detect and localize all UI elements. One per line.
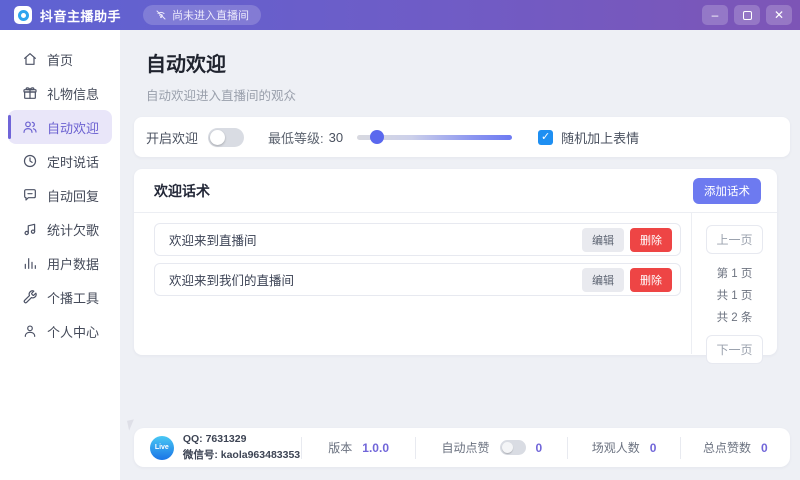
page-title: 自动欢迎 bbox=[146, 48, 790, 77]
emoji-checkbox-label: 随机加上表情 bbox=[561, 128, 639, 147]
welcome-phrases-card: 欢迎话术 添加话术 欢迎来到直播间 编辑 删除 欢迎来到我们的直播间 编辑 bbox=[134, 169, 777, 355]
sidebar-item-label: 个人中心 bbox=[47, 322, 99, 341]
page-subtitle: 自动欢迎进入直播间的观众 bbox=[146, 85, 790, 104]
status-badge-label: 尚未进入直播间 bbox=[172, 7, 249, 23]
sidebar-item-label: 自动欢迎 bbox=[47, 118, 99, 137]
edit-button[interactable]: 编辑 bbox=[582, 268, 624, 292]
sidebar-item-song-stats[interactable]: 统计欠歌 bbox=[8, 212, 112, 246]
main-content: 自动欢迎 自动欢迎进入直播间的观众 开启欢迎 最低等级: 30 ✓ 随机加上 bbox=[120, 30, 800, 480]
auto-like-label: 自动点赞 bbox=[441, 439, 489, 456]
bar-chart-icon bbox=[22, 255, 38, 271]
version-value: 1.0.0 bbox=[362, 441, 389, 455]
chat-icon bbox=[22, 187, 38, 203]
emoji-checkbox[interactable]: ✓ bbox=[538, 130, 553, 145]
clock-icon bbox=[22, 153, 38, 169]
total-likes-value: 0 bbox=[761, 441, 768, 455]
edit-button[interactable]: 编辑 bbox=[582, 228, 624, 252]
wrench-icon bbox=[22, 289, 38, 305]
sidebar-item-label: 礼物信息 bbox=[47, 84, 99, 103]
pagination: 上一页 第 1 页 共 1 页 共 2 条 下一页 bbox=[691, 213, 777, 354]
phrase-list: 欢迎来到直播间 编辑 删除 欢迎来到我们的直播间 编辑 删除 bbox=[134, 213, 691, 354]
phrase-row: 欢迎来到我们的直播间 编辑 删除 bbox=[154, 263, 681, 296]
phrase-text: 欢迎来到直播间 bbox=[169, 230, 582, 249]
maximize-button[interactable] bbox=[734, 5, 760, 25]
phrases-card-title: 欢迎话术 bbox=[154, 181, 210, 201]
welcome-settings-card: 开启欢迎 最低等级: 30 ✓ 随机加上表情 bbox=[134, 117, 790, 157]
toggle-knob bbox=[502, 442, 513, 453]
min-level-label: 最低等级: bbox=[268, 128, 324, 147]
prev-page-button[interactable]: 上一页 bbox=[706, 225, 762, 254]
sidebar: 首页 礼物信息 自动欢迎 定时说话 自动回复 统计欠歌 bbox=[0, 30, 120, 480]
gift-icon bbox=[22, 85, 38, 101]
sidebar-item-label: 统计欠歌 bbox=[47, 220, 99, 239]
welcome-toggle[interactable] bbox=[208, 128, 244, 147]
minimize-button[interactable]: – bbox=[702, 5, 728, 25]
next-page-button[interactable]: 下一页 bbox=[706, 335, 762, 364]
auto-like-value: 0 bbox=[536, 441, 543, 455]
slider-thumb[interactable] bbox=[370, 130, 384, 144]
phrase-text: 欢迎来到我们的直播间 bbox=[169, 270, 582, 289]
min-level-value: 30 bbox=[329, 130, 343, 145]
total-pages-text: 共 1 页 bbox=[717, 287, 753, 303]
phrase-row: 欢迎来到直播间 编辑 删除 bbox=[154, 223, 681, 256]
window-controls: – ✕ bbox=[702, 5, 792, 25]
sidebar-item-stream-tools[interactable]: 个播工具 bbox=[8, 280, 112, 314]
welcome-toggle-label: 开启欢迎 bbox=[146, 128, 198, 147]
app-logo-icon bbox=[14, 6, 32, 24]
sidebar-item-profile[interactable]: 个人中心 bbox=[8, 314, 112, 348]
sidebar-item-label: 用户数据 bbox=[47, 254, 99, 273]
toggle-knob bbox=[210, 130, 225, 145]
sidebar-item-label: 定时说话 bbox=[47, 152, 99, 171]
music-icon bbox=[22, 221, 38, 237]
sidebar-item-auto-welcome[interactable]: 自动欢迎 bbox=[8, 110, 112, 144]
maximize-icon bbox=[743, 11, 752, 20]
current-page-text: 第 1 页 bbox=[717, 265, 753, 281]
footer-status-bar: Live QQ: 7631329 微信号: kaola963483353 版本 … bbox=[134, 428, 790, 467]
wechat-contact: 微信号: kaola963483353 bbox=[183, 447, 300, 462]
viewers-value: 0 bbox=[650, 441, 657, 455]
version-label: 版本 bbox=[328, 439, 352, 456]
sidebar-item-gifts[interactable]: 礼物信息 bbox=[8, 76, 112, 110]
sidebar-item-label: 首页 bbox=[47, 50, 73, 69]
sidebar-item-label: 个播工具 bbox=[47, 288, 99, 307]
brand-logo-icon: Live bbox=[150, 436, 174, 460]
status-badge: 尚未进入直播间 bbox=[143, 5, 261, 25]
people-icon bbox=[22, 119, 38, 135]
app-window: 抖音主播助手 尚未进入直播间 – ✕ 首页 礼物信息 自动 bbox=[0, 0, 800, 480]
person-icon bbox=[22, 323, 38, 339]
min-level-slider[interactable] bbox=[357, 130, 512, 144]
add-phrase-button[interactable]: 添加话术 bbox=[693, 178, 761, 204]
app-title: 抖音主播助手 bbox=[40, 6, 121, 25]
sidebar-item-home[interactable]: 首页 bbox=[8, 42, 112, 76]
qq-contact: QQ: 7631329 bbox=[183, 433, 300, 445]
home-icon bbox=[22, 51, 38, 67]
mouse-cursor bbox=[127, 419, 136, 430]
sidebar-item-auto-reply[interactable]: 自动回复 bbox=[8, 178, 112, 212]
sidebar-item-label: 自动回复 bbox=[47, 186, 99, 205]
total-likes-label: 总点赞数 bbox=[703, 439, 751, 456]
sidebar-item-timed-speak[interactable]: 定时说话 bbox=[8, 144, 112, 178]
delete-button[interactable]: 删除 bbox=[630, 228, 672, 252]
auto-like-toggle[interactable] bbox=[500, 440, 526, 455]
viewers-label: 场观人数 bbox=[592, 439, 640, 456]
titlebar: 抖音主播助手 尚未进入直播间 – ✕ bbox=[0, 0, 800, 30]
sidebar-item-user-data[interactable]: 用户数据 bbox=[8, 246, 112, 280]
live-off-icon bbox=[155, 9, 167, 21]
total-items-text: 共 2 条 bbox=[717, 309, 753, 325]
delete-button[interactable]: 删除 bbox=[630, 268, 672, 292]
close-button[interactable]: ✕ bbox=[766, 5, 792, 25]
